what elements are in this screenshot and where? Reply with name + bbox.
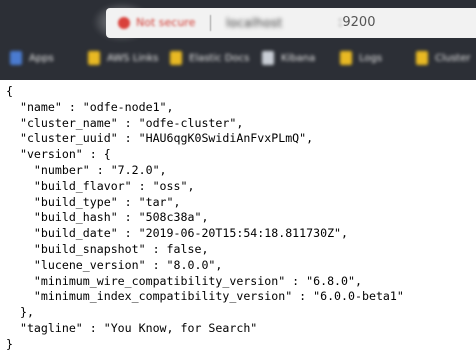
json-line: "build_flavor" : "oss", — [6, 178, 195, 193]
json-line: }, — [6, 305, 34, 320]
bookmark-elastic-docs[interactable]: Elastic Docs — [170, 48, 249, 68]
bookmarks-bar: Apps AWS Links Elastic Docs Kibana Logs … — [0, 40, 476, 80]
bookmark-apps[interactable]: Apps — [10, 48, 54, 68]
json-line: } — [6, 336, 13, 351]
apps-grid-icon — [10, 51, 22, 65]
address-bar-separator — [210, 15, 211, 31]
url-host[interactable]: localhost — [226, 16, 283, 30]
folder-icon — [340, 51, 352, 65]
json-line: "build_type" : "tar", — [6, 194, 181, 209]
json-line: "lucene_version" : "8.0.0", — [6, 257, 223, 272]
bookmark-logs[interactable]: Logs — [340, 48, 382, 68]
json-line: "name" : "odfe-node1", — [6, 99, 174, 114]
bookmark-kibana[interactable]: Kibana — [262, 48, 315, 68]
json-line: "build_hash" : "508c38a", — [6, 210, 209, 225]
json-line: "minimum_wire_compatibility_version" : "… — [6, 273, 362, 288]
url-port: 9200 — [342, 15, 376, 30]
json-line: "cluster_uuid" : "HAU6qgK0SwidiAnFvxPLmQ… — [6, 131, 314, 146]
folder-icon — [88, 51, 100, 65]
json-response-body: { "name" : "odfe-node1", "cluster_name" … — [6, 84, 470, 353]
page-icon — [262, 51, 274, 65]
json-line: { — [6, 84, 13, 98]
bookmark-label: Cluster — [435, 52, 471, 64]
bookmark-label: Apps — [29, 52, 54, 64]
url-port-text[interactable]: :9200 — [338, 15, 375, 30]
url-colon: : — [338, 15, 343, 30]
bookmark-label: AWS Links — [107, 52, 159, 64]
bookmark-label: Logs — [359, 52, 383, 64]
bookmark-label: Elastic Docs — [189, 52, 250, 64]
bookmark-cluster[interactable]: Cluster — [416, 48, 471, 68]
json-line: "tagline" : "You Know, for Search" — [6, 320, 258, 335]
json-line: "build_snapshot" : false, — [6, 241, 209, 256]
json-line: "minimum_index_compatibility_version" : … — [6, 289, 404, 304]
address-bar[interactable]: Not secure localhost :9200 — [106, 8, 476, 38]
json-line: "number" : "7.2.0", — [6, 162, 167, 177]
security-label[interactable]: Not secure — [136, 16, 195, 29]
not-secure-warning-icon[interactable] — [118, 17, 130, 29]
json-line: "cluster_name" : "odfe-cluster", — [6, 115, 244, 130]
folder-icon — [170, 51, 182, 65]
browser-chrome: Not secure localhost :9200 Apps AWS Link… — [0, 0, 476, 80]
folder-icon — [416, 51, 428, 65]
json-line: "build_date" : "2019-06-20T15:54:18.8117… — [6, 226, 349, 241]
bookmark-aws-links[interactable]: AWS Links — [88, 48, 158, 68]
bookmark-label: Kibana — [281, 52, 316, 64]
json-line: "version" : { — [6, 147, 111, 162]
